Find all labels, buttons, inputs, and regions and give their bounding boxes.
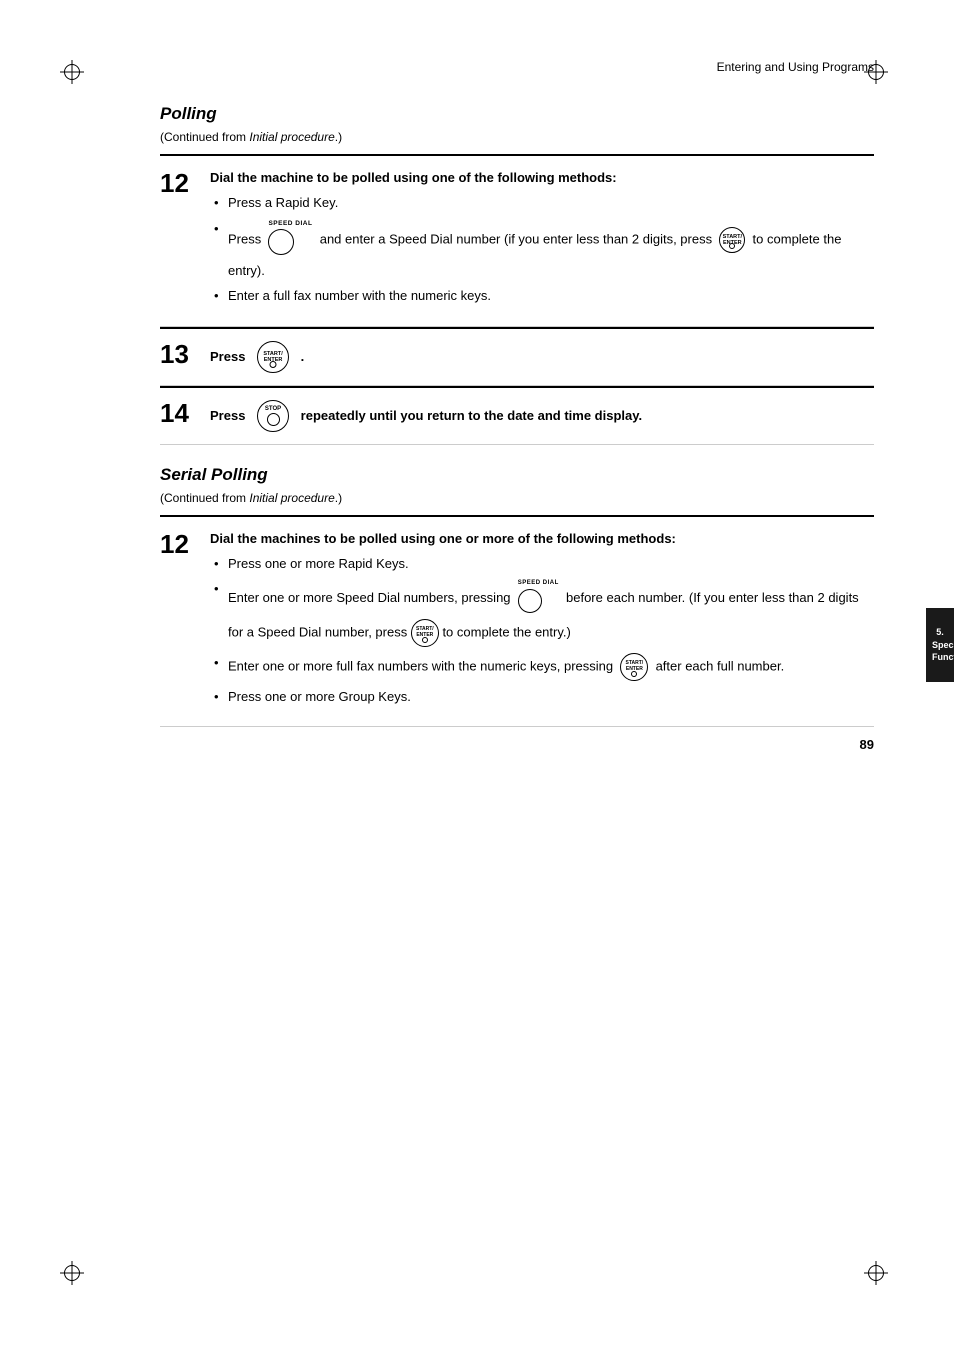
serial-bullet-rapid: Press one or more Rapid Keys. bbox=[210, 554, 874, 574]
serial-polling-title: Serial Polling bbox=[160, 465, 874, 485]
bullet-rapid-key: Press a Rapid Key. bbox=[210, 193, 874, 213]
polling-section: Polling (Continued from Initial procedur… bbox=[160, 104, 874, 445]
step-number-13: 13 bbox=[160, 341, 196, 367]
reg-mark-top-left bbox=[60, 60, 90, 90]
step-12-bullets: Press a Rapid Key. Press SPEED DIAL and … bbox=[210, 193, 874, 306]
polling-title: Polling bbox=[160, 104, 874, 124]
serial-polling-section: Serial Polling (Continued from Initial p… bbox=[160, 465, 874, 728]
step-14-heading: Press STOP repeatedly until you return t… bbox=[210, 400, 874, 432]
step-number-12b: 12 bbox=[160, 531, 196, 557]
step-number-12a: 12 bbox=[160, 170, 196, 196]
start-enter-key-3: START/ENTER bbox=[411, 619, 439, 647]
reg-mark-bottom-left bbox=[60, 1261, 90, 1291]
polling-step-12: 12 Dial the machine to be polled using o… bbox=[160, 154, 874, 327]
page-number: 89 bbox=[160, 737, 874, 752]
step-number-14: 14 bbox=[160, 400, 196, 426]
start-enter-key-4: START/ENTER bbox=[620, 653, 648, 681]
bullet-speed-dial: Press SPEED DIAL and enter a Speed Dial … bbox=[210, 219, 874, 281]
step-13-content: Press START/ENTER . bbox=[210, 341, 874, 373]
page-header: Entering and Using Programs bbox=[160, 60, 874, 74]
step-12-content: Dial the machine to be polled using one … bbox=[210, 170, 874, 312]
reg-mark-bottom-right bbox=[864, 1261, 894, 1291]
serial-bullet-group: Press one or more Group Keys. bbox=[210, 687, 874, 707]
serial-step-12-bullets: Press one or more Rapid Keys. Enter one … bbox=[210, 554, 874, 707]
serial-polling-step-12: 12 Dial the machines to be polled using … bbox=[160, 515, 874, 728]
serial-bullet-speed-dial: Enter one or more Speed Dial numbers, pr… bbox=[210, 579, 874, 647]
speed-dial-key-2: SPEED DIAL bbox=[518, 579, 559, 619]
serial-step-12-heading: Dial the machines to be polled using one… bbox=[210, 531, 874, 546]
step-13-heading: Press START/ENTER . bbox=[210, 341, 874, 373]
bullet-fax-number: Enter a full fax number with the numeric… bbox=[210, 286, 874, 306]
polling-step-14: 14 Press STOP repeatedly until you retur… bbox=[160, 386, 874, 445]
serial-step-12-content: Dial the machines to be polled using one… bbox=[210, 531, 874, 713]
serial-bullet-fax: Enter one or more full fax numbers with … bbox=[210, 653, 874, 681]
page: 5. Special Functions Entering and Using … bbox=[0, 0, 954, 1351]
step-14-content: Press STOP repeatedly until you return t… bbox=[210, 400, 874, 432]
start-enter-key-1: START/ENTER bbox=[719, 227, 745, 253]
serial-polling-continued: (Continued from Initial procedure.) bbox=[160, 491, 874, 505]
stop-key: STOP bbox=[257, 400, 289, 432]
polling-step-13: 13 Press START/ENTER . bbox=[160, 327, 874, 386]
side-tab: 5. Special Functions bbox=[926, 608, 954, 682]
speed-dial-key: SPEED DIAL bbox=[268, 219, 312, 261]
polling-continued: (Continued from Initial procedure.) bbox=[160, 130, 874, 144]
start-enter-key-2: START/ENTER bbox=[257, 341, 289, 373]
step-12-heading: Dial the machine to be polled using one … bbox=[210, 170, 874, 185]
